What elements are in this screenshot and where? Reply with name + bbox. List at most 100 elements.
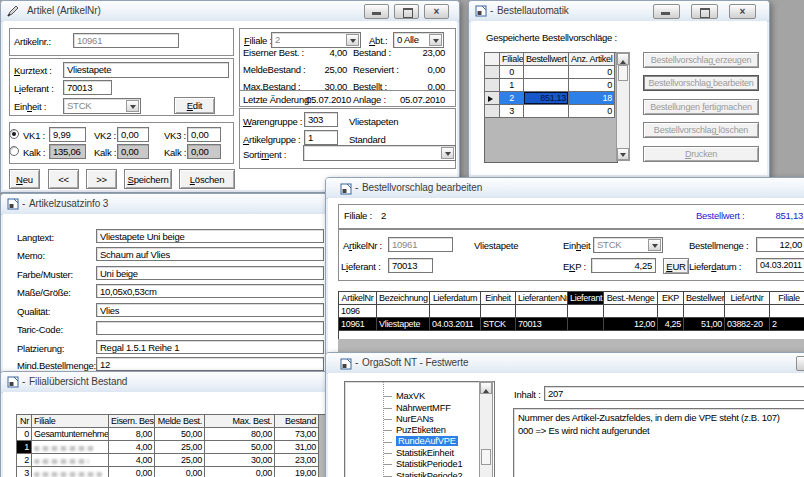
col-header[interactable]: Melde Best.	[155, 415, 205, 428]
titlebar-artikel[interactable]: Artikel (ArtikelNr) ×	[1, 1, 459, 22]
col-header[interactable]: Einheit	[481, 292, 516, 305]
titlebar-festwerte[interactable]: - OrgaSoft NT - Festwerte	[326, 353, 804, 374]
bestellvorschlag-bearbeiten-button[interactable]: Bestellvorschlag bearbeiten	[643, 75, 759, 91]
scroll-up-button[interactable]	[480, 382, 492, 394]
sortiment-combo[interactable]	[303, 145, 456, 161]
chevron-down-icon[interactable]	[648, 239, 661, 251]
col-header[interactable]: ArtikelNr	[339, 292, 377, 305]
col-header[interactable]: Bestellwert	[684, 292, 725, 305]
titlebar-bestellvorschlag[interactable]: - Bestellvorschlag bearbeiten	[326, 178, 804, 199]
col-header[interactable]: Lieferdatum	[430, 292, 481, 305]
tree-item-selected[interactable]: RundeAufVPE	[396, 436, 458, 446]
artikelnr-field[interactable]: 10961	[388, 237, 453, 252]
vk1-field[interactable]: 9,99	[49, 127, 86, 142]
bestellvorschlag-loeschen-button[interactable]: Bestellvorschlag löschen	[643, 122, 759, 138]
maximize-button[interactable]	[394, 4, 419, 19]
artikelnr-field[interactable]: 10961	[73, 33, 179, 48]
vk3-field[interactable]: 0,00	[187, 127, 221, 142]
taric-field[interactable]	[96, 321, 324, 335]
chevron-down-icon[interactable]	[346, 34, 359, 46]
eur-button[interactable]: EUR	[663, 258, 689, 274]
scrollbar-thumb[interactable]	[481, 449, 491, 465]
speichern-button[interactable]: Speichern	[124, 169, 172, 189]
lieferant-field[interactable]: 70013	[63, 80, 112, 95]
col-header[interactable]: Anz. Artikel	[569, 53, 615, 66]
scroll-down-button[interactable]	[617, 148, 629, 160]
col-header[interactable]: Bestellwert	[524, 53, 569, 66]
vk2-field[interactable]: 0,00	[117, 127, 149, 142]
tree-item[interactable]: StatistikEinheit	[396, 448, 454, 458]
col-header[interactable]: Eisern. Best.	[109, 415, 155, 428]
ekp-field[interactable]: 4,25	[591, 258, 656, 273]
tree-scrollbar[interactable]	[479, 381, 493, 477]
neu-button[interactable]: Neu	[9, 169, 40, 189]
col-header[interactable]: LieferantenNr	[516, 292, 568, 305]
kurztext-field[interactable]: Vliestapete	[63, 62, 229, 78]
tree-item[interactable]: MaxVK	[396, 391, 425, 401]
tree-item[interactable]: NährwertMFF	[396, 403, 451, 413]
platzierung-field[interactable]: Regal 1.5.1 Reihe 1	[96, 340, 324, 354]
close-button[interactable]: ×	[729, 4, 756, 19]
grid-scrollbar[interactable]	[616, 52, 630, 161]
memo-field[interactable]: Schaum auf Vlies	[96, 247, 324, 261]
qualitaet-field[interactable]: Vlies	[96, 303, 324, 317]
prev-button[interactable]: <<	[48, 169, 79, 189]
filiale-combo[interactable]: 2	[271, 32, 361, 48]
minimize-button[interactable]	[653, 4, 680, 19]
col-header[interactable]: LiefArtNr	[725, 292, 770, 305]
titlebar-artikelzusatzinfo[interactable]: - Artikelzusatzinfo 3	[1, 194, 331, 215]
warengruppe-field[interactable]: 303	[304, 112, 338, 127]
col-header[interactable]: Bezeichnung	[377, 292, 430, 305]
einheit-combo[interactable]: STCK	[63, 98, 141, 114]
tree-item[interactable]: StatistikPeriode1	[396, 459, 462, 469]
bestellungen-fertigmachen-button[interactable]: Bestellungen fertigmachen	[643, 99, 759, 115]
chevron-down-icon[interactable]	[441, 147, 454, 159]
vk1-radio[interactable]	[9, 129, 19, 139]
next-button[interactable]: >>	[86, 169, 117, 189]
table-row[interactable]: 1 4,00 25,00 50,00 31,00	[17, 441, 319, 454]
table-row[interactable]: 3 0	[485, 105, 615, 118]
col-header-sorted[interactable]: Lieferant	[568, 292, 604, 305]
scroll-up-button[interactable]	[617, 53, 629, 65]
table-row[interactable]: 3 0,00 0,00 0,00 19,00	[17, 467, 319, 477]
titlebar-bestellautomatik[interactable]: - Bestellautomatik ×	[469, 1, 769, 22]
col-header[interactable]: Filiale	[500, 53, 524, 66]
bestellvorschlag-erzeugen-button[interactable]: Bestellvorschlag erzeugen	[643, 52, 759, 68]
minimize-button[interactable]	[796, 356, 804, 371]
einheit-combo[interactable]: STCK	[593, 237, 663, 253]
kalk-radio[interactable]	[9, 146, 19, 156]
kalk2-field[interactable]: 0,00	[117, 144, 149, 159]
chevron-down-icon[interactable]	[126, 100, 139, 112]
table-row-selected[interactable]: 10961 Vliestapete 04.03.2011 STCK 70013 …	[339, 318, 804, 331]
tree-item[interactable]: PuzEtiketten	[396, 425, 446, 435]
col-header[interactable]: Bestand	[275, 415, 319, 428]
col-header[interactable]: Best.-Menge	[604, 292, 658, 305]
maximize-button[interactable]	[691, 4, 718, 19]
table-row[interactable]: 0 0	[485, 66, 615, 79]
tree-item[interactable]: NurEANs	[396, 414, 433, 424]
festwerte-tree[interactable]: MaxVK NährwertMFF NurEANs PuzEtiketten R…	[344, 381, 495, 477]
table-row[interactable]: 0 Gesamtunternehmer 8,00 50,00 80,00 73,…	[17, 428, 319, 441]
artikelgruppe-field[interactable]: 1	[304, 130, 338, 145]
langtext-field[interactable]: Vliestapete Uni beige	[96, 229, 324, 243]
bestellmenge-field[interactable]: 12,00	[756, 237, 804, 252]
close-button[interactable]: ×	[424, 4, 449, 19]
tree-item[interactable]: StatistikPeriode2	[396, 471, 462, 477]
scrollbar-thumb[interactable]	[618, 65, 628, 81]
edit-button[interactable]: Edit	[174, 97, 215, 114]
filter-row[interactable]: 1096	[339, 305, 804, 318]
kalk3-field[interactable]: 0,00	[187, 144, 221, 159]
table-row-selected[interactable]: 2 851,13 18	[485, 92, 615, 105]
loeschen-button[interactable]: Löschen	[179, 169, 235, 189]
lieferdatum-field[interactable]: 04.03.2011	[756, 258, 804, 273]
col-header[interactable]: Filiale	[32, 415, 109, 428]
titlebar-filialuebersicht[interactable]: - Filialübersicht Bestand	[1, 372, 331, 393]
inhalt-field[interactable]: 207	[544, 386, 804, 401]
lieferant-field[interactable]: 70013	[388, 258, 433, 273]
kalk1-field[interactable]: 135,06	[49, 144, 86, 159]
col-header[interactable]: Nr	[17, 415, 32, 428]
minimize-button[interactable]	[364, 4, 389, 19]
masse-field[interactable]: 10,05x0,53cm	[96, 284, 324, 298]
col-header[interactable]: Filiale	[770, 292, 804, 305]
farbe-field[interactable]: Uni beige	[96, 266, 324, 280]
